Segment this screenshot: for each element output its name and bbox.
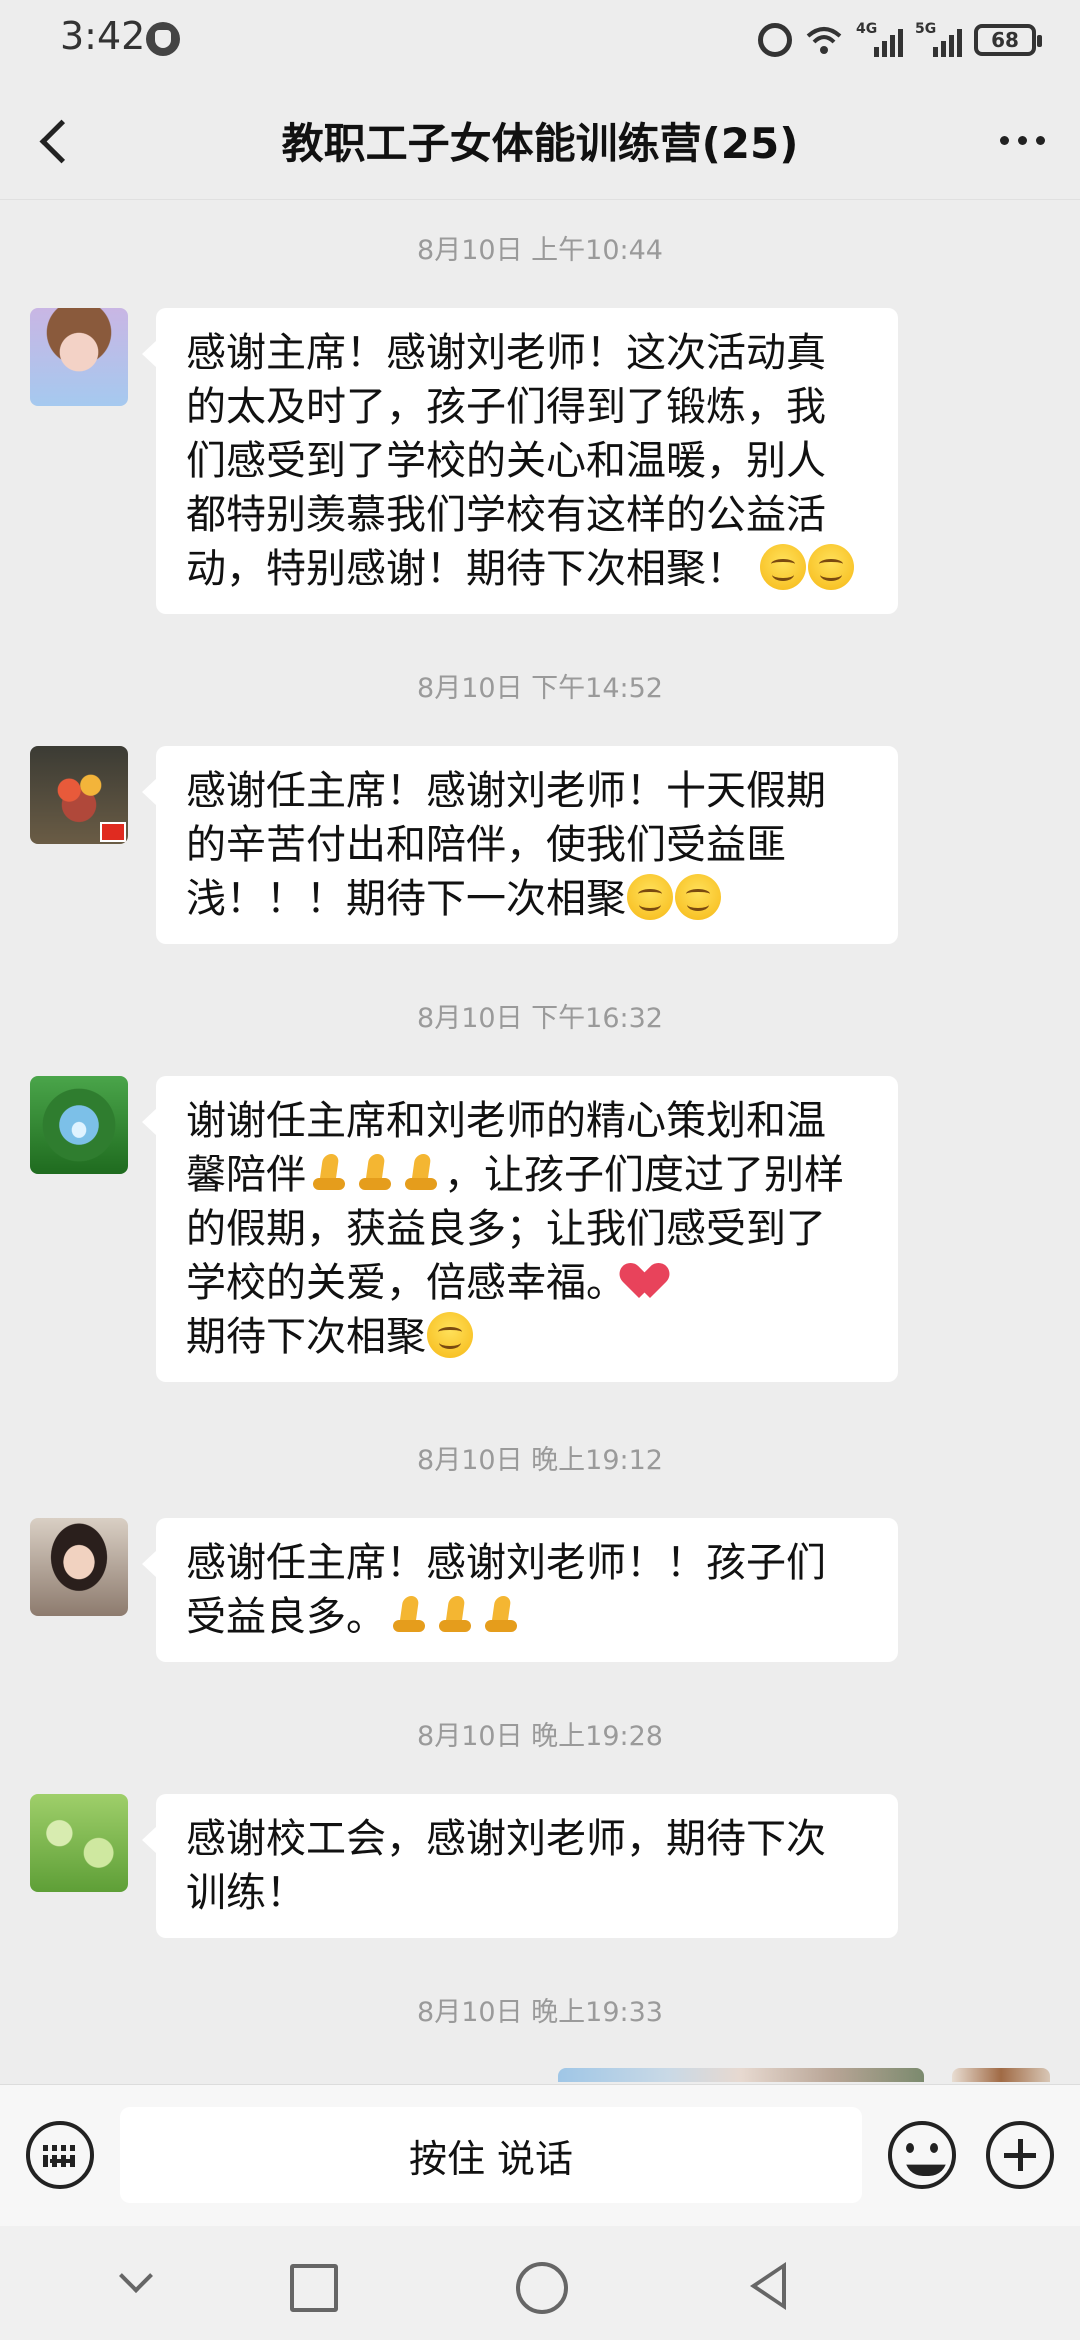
avatar[interactable] xyxy=(30,1794,128,1892)
nav-back-icon[interactable] xyxy=(742,2256,802,2316)
pray-emoji-icon xyxy=(387,1592,431,1638)
shield-icon xyxy=(146,22,180,56)
pray-emoji-icon xyxy=(433,1592,477,1638)
nav-home-icon[interactable] xyxy=(510,2256,570,2316)
message-timestamp: 8月10日 上午10:44 xyxy=(417,235,663,266)
avatar[interactable] xyxy=(30,308,128,406)
message-timestamp: 8月10日 晚上19:28 xyxy=(417,1721,663,1752)
system-nav-bar xyxy=(0,2226,1080,2340)
message-line: 期待下次相聚 xyxy=(186,1314,426,1360)
message-line: 感谢校工会，感谢刘老师，期待下次 xyxy=(186,1816,826,1862)
message-line: 谢谢任主席和刘老师的精心策划和温 xyxy=(186,1098,826,1144)
message-bubble[interactable]: 感谢校工会，感谢刘老师，期待下次 训练！ xyxy=(142,1794,898,1938)
message-line: ，让孩子们度过了别样 xyxy=(444,1152,844,1198)
avatar[interactable] xyxy=(30,746,128,844)
smile-emoji-icon xyxy=(759,544,806,590)
nav-recents-icon[interactable] xyxy=(282,2256,342,2316)
image-message[interactable] xyxy=(558,2068,924,2082)
smile-emoji-icon xyxy=(427,1312,473,1358)
message-line: 都特别羡慕我们学校有这样的公益活 xyxy=(186,492,826,538)
message-line: 训练！ xyxy=(186,1870,306,1916)
battery-level: 68 xyxy=(991,28,1019,52)
message-line: 的太及时了，孩子们得到了锻炼，我 xyxy=(186,384,826,430)
message-line: 学校的关爱，倍感幸福。 xyxy=(186,1260,626,1306)
pray-emoji-icon xyxy=(399,1150,443,1196)
smile-emoji-icon xyxy=(675,874,721,920)
chat-title: 教职工子女体能训练营(25) xyxy=(281,119,799,168)
self-avatar[interactable] xyxy=(952,2068,1050,2082)
nav-collapse-icon[interactable] xyxy=(104,2256,164,2316)
message-timestamp: 8月10日 晚上19:33 xyxy=(417,1997,663,2028)
heart-emoji-icon xyxy=(627,1258,673,1304)
hold-to-talk-button[interactable]: 按住 说话 xyxy=(120,2107,862,2203)
plus-icon[interactable] xyxy=(986,2121,1054,2189)
signal-5g-icon: 5G xyxy=(915,21,962,57)
pray-emoji-icon xyxy=(479,1592,523,1638)
flag-icon xyxy=(100,822,126,842)
message-line: 的假期，获益良多；让我们感受到了 xyxy=(186,1206,826,1252)
message-bubble[interactable]: 感谢主席！感谢刘老师！这次活动真 的太及时了，孩子们得到了锻炼，我 们感受到了学… xyxy=(142,308,898,614)
smile-emoji-icon xyxy=(807,544,854,590)
signal-5g-label: 5G xyxy=(915,21,937,37)
status-time: 3:42 xyxy=(60,14,146,58)
message-line: 感谢主席！感谢刘老师！这次活动真 xyxy=(186,330,826,376)
message-line: 们感受到了学校的关心和温暖，别人 xyxy=(186,438,826,484)
battery-icon: 68 xyxy=(974,24,1042,56)
message-line: 感谢任主席！感谢刘老师！！孩子们 xyxy=(186,1540,826,1586)
message-line: 浅！！！期待下一次相聚 xyxy=(186,876,626,922)
alarm-icon xyxy=(758,23,792,57)
status-icons: 4G 5G 68 xyxy=(758,18,1042,62)
message-bubble[interactable]: 谢谢任主席和刘老师的精心策划和温 馨陪伴 ，让孩子们度过了别样 的假期，获益良多；… xyxy=(142,1076,898,1382)
chat-header: 教职工子女体能训练营(25) xyxy=(0,80,1080,200)
signal-4g-label: 4G xyxy=(856,21,878,37)
message-line: 的辛苦付出和陪伴，使我们受益匪 xyxy=(186,822,786,868)
message-bubble[interactable]: 感谢任主席！感谢刘老师！十天假期 的辛苦付出和陪伴，使我们受益匪 浅！！！期待下… xyxy=(142,746,898,944)
keyboard-icon[interactable] xyxy=(26,2121,94,2189)
smile-emoji-icon xyxy=(627,874,673,920)
message-timestamp: 8月10日 下午16:32 xyxy=(417,1003,663,1034)
pray-emoji-icon xyxy=(353,1150,397,1196)
more-options-icon[interactable] xyxy=(988,110,1056,170)
input-bar: 按住 说话 xyxy=(0,2084,1080,2226)
emoji-icon[interactable] xyxy=(888,2121,956,2189)
avatar[interactable] xyxy=(30,1518,128,1616)
message-line: 动，特别感谢！期待下次相聚！ xyxy=(186,546,746,592)
status-bar: 3:42 4G 5G 68 xyxy=(0,0,1080,80)
signal-4g-icon: 4G xyxy=(856,21,903,57)
pray-emoji-icon xyxy=(307,1150,351,1196)
message-bubble[interactable]: 感谢任主席！感谢刘老师！！孩子们 受益良多。 xyxy=(142,1518,898,1662)
message-line: 感谢任主席！感谢刘老师！十天假期 xyxy=(186,768,826,814)
message-line: 馨陪伴 xyxy=(186,1152,306,1198)
avatar[interactable] xyxy=(30,1076,128,1174)
wifi-icon xyxy=(806,27,842,54)
message-timestamp: 8月10日 下午14:52 xyxy=(417,673,663,704)
message-line: 受益良多。 xyxy=(186,1594,386,1640)
message-timestamp: 8月10日 晚上19:12 xyxy=(417,1445,663,1476)
